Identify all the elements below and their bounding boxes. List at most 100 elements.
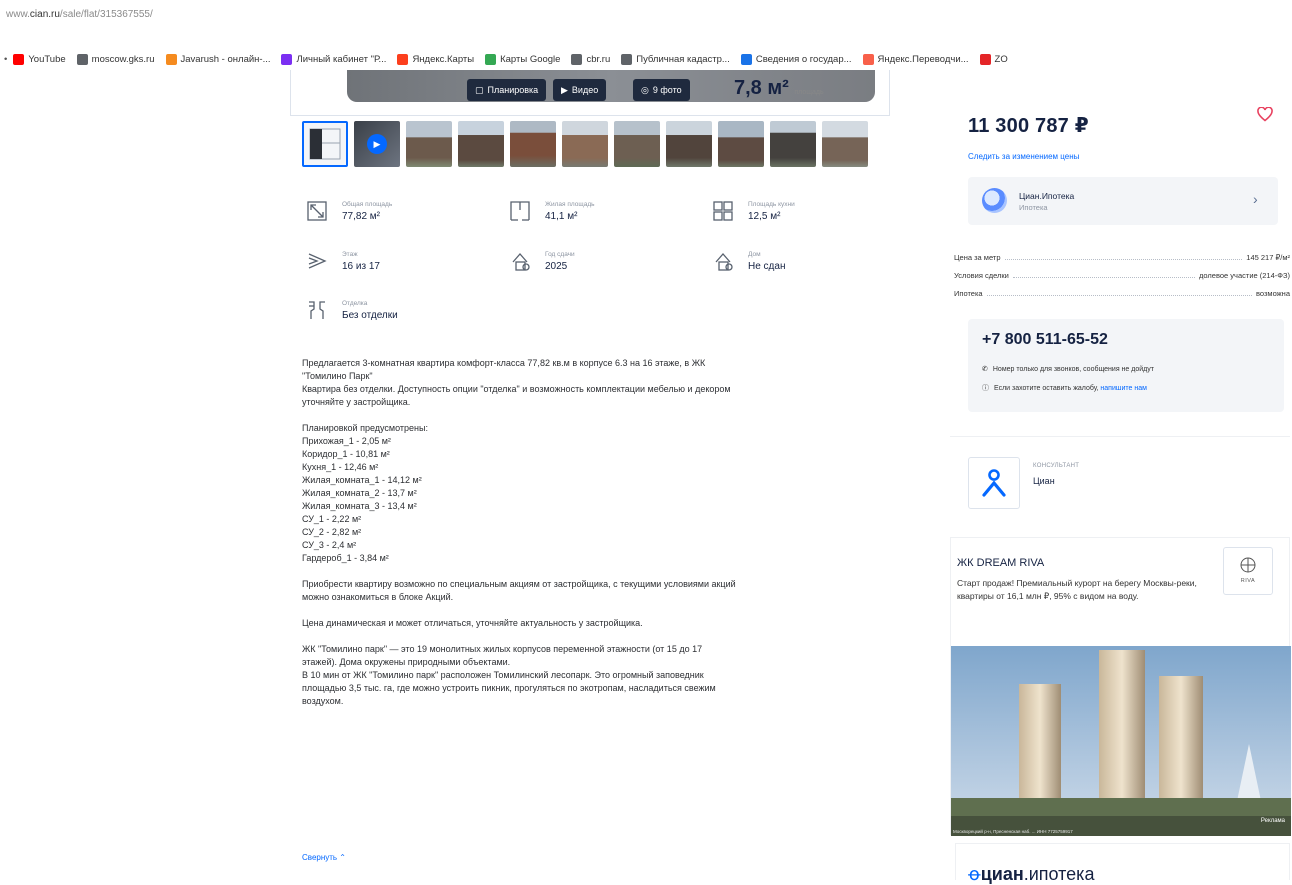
thumbnail-photo[interactable] bbox=[822, 121, 868, 167]
consultant-card[interactable]: КОНСУЛЬТАНТ Циан bbox=[950, 436, 1290, 528]
bookmark-label: Карты Google bbox=[500, 53, 561, 65]
bookmark-label: Javarush - онлайн-... bbox=[180, 53, 271, 65]
thumbnail-strip: ▶ bbox=[302, 121, 868, 167]
info-label: Цена за метр bbox=[954, 253, 1001, 262]
description-line: Жилая_комната_1 - 14,12 м² bbox=[302, 475, 422, 485]
document-icon bbox=[621, 53, 633, 65]
z-icon bbox=[979, 53, 991, 65]
price: 11 300 787 ₽ bbox=[968, 115, 1089, 137]
ad-caption: Москворецкий р-н, Пресненская наб. ... И… bbox=[953, 829, 1073, 834]
cian-logo-icon bbox=[968, 457, 1020, 509]
feature-house-status: Дом Не сдан bbox=[710, 248, 785, 274]
description-line: Приобрести квартиру возможно по специаль… bbox=[302, 579, 736, 589]
map-pin-icon bbox=[397, 53, 409, 65]
thumbnail-plan[interactable] bbox=[302, 121, 348, 167]
description-line: Коридор_1 - 10,81 м² bbox=[302, 449, 390, 459]
bookmarks-bar: • YouTube moscow.gks.ru Javarush - онлайн-… bbox=[0, 48, 1292, 70]
gallery-area-overlay: 7,8 м² площадь bbox=[734, 77, 824, 100]
info-value: 145 217 ₽/м² bbox=[1246, 253, 1290, 262]
play-icon: ▶ bbox=[561, 84, 568, 95]
favorite-heart-icon[interactable] bbox=[1257, 106, 1273, 127]
phone-block: +7 800 511-65-52 ✆ Номер только для звон… bbox=[968, 319, 1284, 412]
bookmarks-overflow-icon[interactable]: • bbox=[4, 54, 7, 65]
floor-icon bbox=[304, 248, 330, 274]
info-icon: ⓘ bbox=[982, 385, 989, 392]
description-line: Жилая_комната_3 - 13,4 м² bbox=[302, 501, 417, 511]
finishing-icon bbox=[304, 297, 330, 323]
ad-title: ЖК DREAM RIVA bbox=[957, 557, 1045, 569]
feature-label: Год сдачи bbox=[545, 250, 575, 258]
bookmark-item[interactable]: ZO bbox=[979, 53, 1008, 65]
feature-label: Этаж bbox=[342, 250, 358, 258]
plan-icon: ▢ bbox=[475, 84, 484, 95]
thumbnail-photo[interactable] bbox=[770, 121, 816, 167]
bookmark-label: Публичная кадастр... bbox=[636, 53, 730, 65]
thumbnail-photo[interactable] bbox=[666, 121, 712, 167]
feature-floor: Этаж 16 из 17 bbox=[304, 248, 380, 274]
bookmark-item[interactable]: Личный кабинет "Р... bbox=[281, 53, 387, 65]
thumbnail-photo[interactable] bbox=[406, 121, 452, 167]
thumbnail-photo[interactable] bbox=[614, 121, 660, 167]
living-area-icon bbox=[507, 198, 533, 224]
feature-label: Дом bbox=[748, 250, 761, 258]
phone-number[interactable]: +7 800 511-65-52 bbox=[982, 331, 1108, 349]
description-line: СУ_1 - 2,22 м² bbox=[302, 514, 362, 524]
complaint-link[interactable]: напишите нам bbox=[1100, 385, 1147, 392]
info-row-mortgage: Ипотека возможна bbox=[954, 286, 1290, 298]
follow-price-link[interactable]: Следить за изменением цены bbox=[968, 152, 1079, 161]
description-line: можно ознакомиться в блоке Акций. bbox=[302, 592, 454, 602]
play-icon: ▶ bbox=[367, 134, 387, 154]
cian-mortgage-brand-card[interactable]: ꝋциан.ипотека bbox=[955, 843, 1290, 884]
thumbnail-photo[interactable] bbox=[458, 121, 504, 167]
feature-label: Площадь кухни bbox=[748, 200, 795, 208]
feature-kitchen-area: Площадь кухни 12,5 м² bbox=[710, 198, 795, 224]
bookmark-item[interactable]: Карты Google bbox=[485, 53, 561, 65]
description-line: Кухня_1 - 12,46 м² bbox=[302, 462, 379, 472]
bookmark-item[interactable]: Яндекс.Карты bbox=[397, 53, 474, 65]
bookmark-item[interactable]: cbr.ru bbox=[571, 53, 610, 65]
ad-card[interactable]: ЖК DREAM RIVA Старт продаж! Премиальный … bbox=[950, 537, 1291, 836]
url-prefix: www. bbox=[6, 9, 30, 20]
description-line: "Томилино Парк" bbox=[302, 371, 373, 381]
video-button[interactable]: ▶ Видео bbox=[553, 79, 607, 101]
thumbnail-photo[interactable] bbox=[718, 121, 764, 167]
plan-button[interactable]: ▢ Планировка bbox=[467, 79, 547, 101]
address-bar[interactable]: www.cian.ru/sale/flat/315367555/ bbox=[0, 0, 1292, 38]
info-value: долевое участие (214-ФЗ) bbox=[1199, 271, 1290, 280]
bookmark-item[interactable]: YouTube bbox=[13, 53, 66, 65]
thumbnail-photo[interactable] bbox=[562, 121, 608, 167]
cian-mortgage-brand: ꝋциан.ипотека bbox=[968, 864, 1094, 885]
globe-icon bbox=[740, 53, 752, 65]
chevron-right-icon: › bbox=[1253, 191, 1258, 207]
total-area-icon bbox=[304, 198, 330, 224]
bookmark-label: Личный кабинет "Р... bbox=[296, 53, 387, 65]
description-line: этажей). Дома окружены природными объект… bbox=[302, 657, 511, 667]
description-text: Предлагается 3-комнатная квартира комфор… bbox=[302, 357, 892, 708]
bookmark-item[interactable]: Сведения о государ... bbox=[740, 53, 852, 65]
ad-image-badge: Реклама bbox=[1260, 818, 1285, 824]
photos-button[interactable]: ◎ 9 фото bbox=[633, 79, 690, 101]
thumbnail-video[interactable]: ▶ bbox=[354, 121, 400, 167]
thumbnail-photo[interactable] bbox=[510, 121, 556, 167]
ad-logo-text: RIVA bbox=[1240, 578, 1256, 584]
ad-image[interactable]: Реклама Москворецкий р-н, Пресненская на… bbox=[951, 646, 1291, 836]
info-row-price-per-meter: Цена за метр 145 217 ₽/м² bbox=[954, 250, 1290, 262]
bookmark-item[interactable]: Публичная кадастр... bbox=[621, 53, 730, 65]
consultant-role: КОНСУЛЬТАНТ bbox=[1033, 463, 1080, 469]
feature-value: 2025 bbox=[545, 260, 568, 272]
collapse-description-link[interactable]: Свернуть ⌃ bbox=[302, 853, 346, 862]
bookmark-item[interactable]: Яндекс.Переводчи... bbox=[862, 53, 969, 65]
bookmark-label: ZO bbox=[994, 53, 1008, 65]
camera-icon: ◎ bbox=[641, 84, 649, 95]
bookmark-item[interactable]: Javarush - онлайн-... bbox=[165, 53, 271, 65]
url-path: /sale/flat/315367555/ bbox=[59, 9, 153, 20]
bookmark-item[interactable]: moscow.gks.ru bbox=[76, 53, 155, 65]
feature-label: Общая площадь bbox=[342, 200, 393, 208]
mortgage-banner[interactable]: Циан.Ипотека Ипотека › bbox=[968, 177, 1278, 225]
price-card: 11 300 787 ₽ Следить за изменением цены … bbox=[950, 95, 1290, 430]
description-line: Прихожая_1 - 2,05 м² bbox=[302, 436, 391, 446]
description-line: В 10 мин от ЖК "Томилино парк" расположе… bbox=[302, 670, 704, 680]
complaint-note: ⓘ Если захотите оставить жалобу, напишит… bbox=[982, 383, 1147, 393]
feature-label: Отделка bbox=[342, 299, 368, 307]
cian-person-icon: ꝋ bbox=[968, 864, 981, 884]
